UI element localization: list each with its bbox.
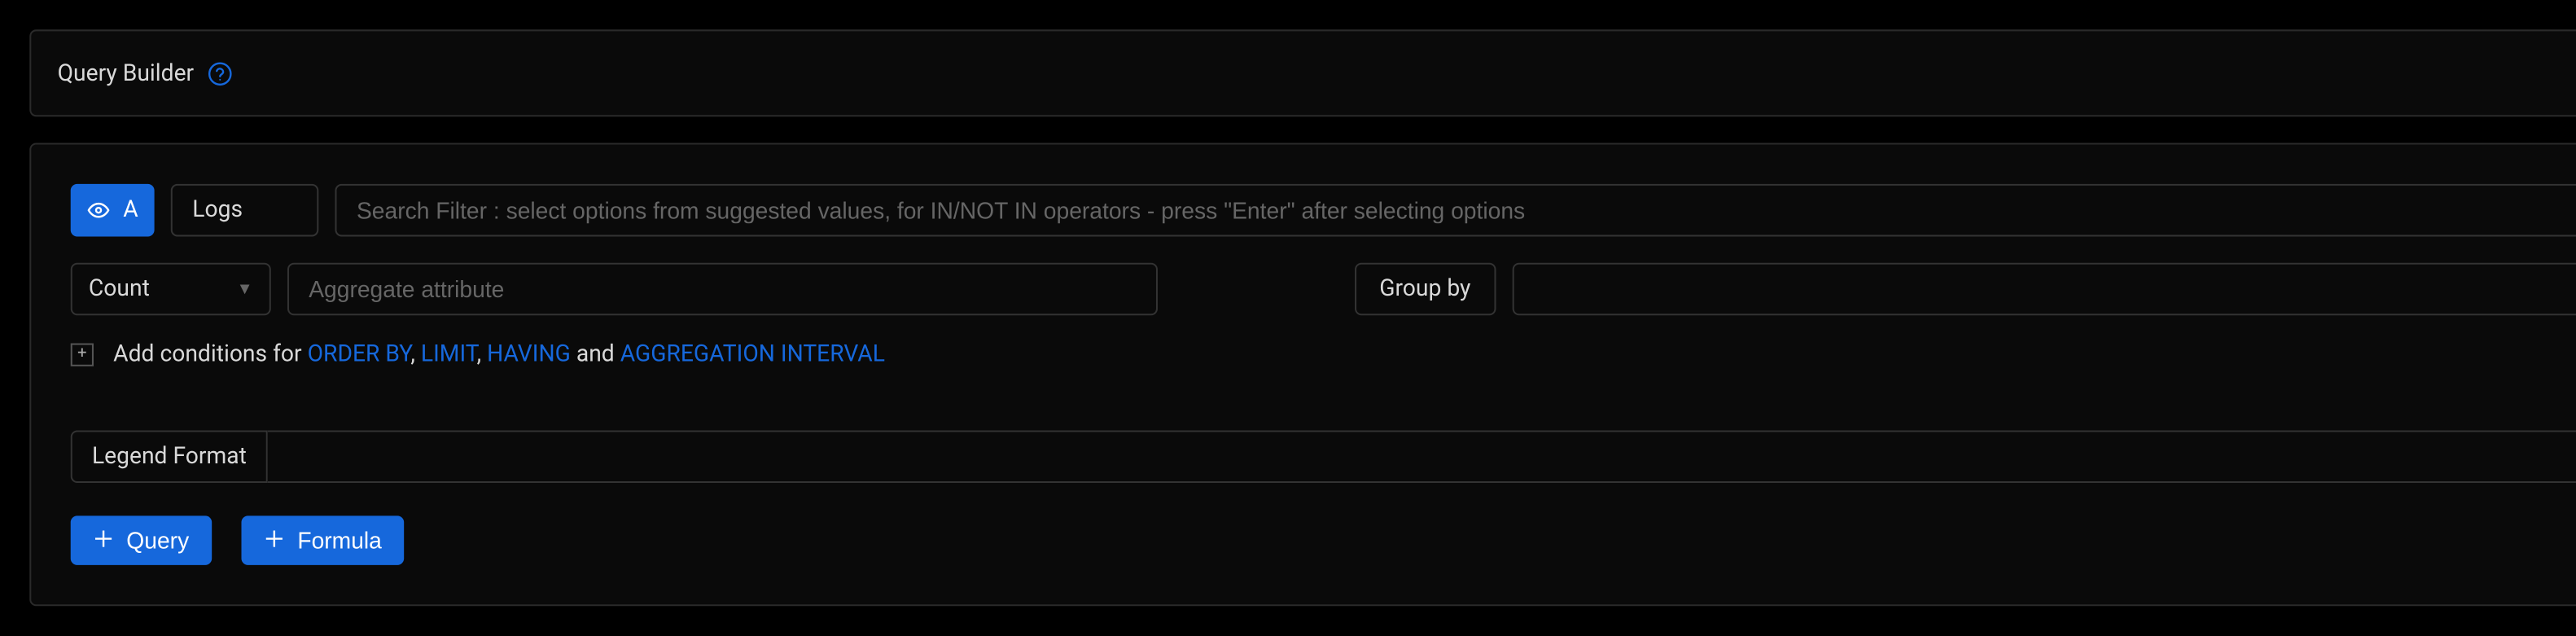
query-id-toggle[interactable]: A [71, 184, 155, 237]
source-value: Logs [192, 197, 243, 223]
help-icon[interactable] [207, 60, 233, 86]
chevron-down-icon: ▼ [237, 280, 253, 298]
legend-row: Legend Format [71, 430, 2576, 483]
legend-format-input[interactable] [268, 430, 2576, 483]
aggregation-value: Count [89, 276, 150, 302]
add-query-button[interactable]: Query [71, 515, 212, 565]
source-select[interactable]: Logs [171, 184, 319, 237]
conditions-text: Add conditions for ORDER BY, LIMIT, HAVI… [113, 342, 885, 368]
eye-icon [87, 199, 110, 222]
aggregation-row: Count ▼ Group by [71, 263, 2576, 316]
bottom-row: Query Formula Run Query [71, 515, 2576, 565]
query-id-label: A [123, 197, 138, 223]
filter-row: A Logs [71, 184, 2576, 237]
aggregation-select[interactable]: Count ▼ [71, 263, 271, 316]
aggregation-interval-link[interactable]: AGGREGATION INTERVAL [620, 342, 885, 368]
group-by-input[interactable] [1512, 263, 2576, 316]
search-filter-input[interactable] [335, 184, 2576, 237]
plus-icon [94, 527, 113, 553]
bottom-left: Query Formula [71, 515, 405, 565]
aggregate-attribute-input[interactable] [287, 263, 1158, 316]
order-by-link[interactable]: ORDER BY [308, 342, 411, 368]
add-formula-label: Formula [297, 527, 382, 553]
expand-icon[interactable]: + [71, 344, 94, 366]
header-panel: Query Builder Save view [29, 29, 2576, 116]
plus-icon [265, 527, 284, 553]
having-link[interactable]: HAVING [487, 342, 571, 368]
add-formula-button[interactable]: Formula [242, 515, 405, 565]
group-by-label: Group by [1355, 263, 1496, 316]
limit-link[interactable]: LIMIT [421, 342, 477, 368]
builder-panel: A Logs Count ▼ Group by [29, 143, 2576, 606]
page-title: Query Builder [58, 60, 195, 86]
header-left: Query Builder [58, 60, 234, 86]
conditions-row: + Add conditions for ORDER BY, LIMIT, HA… [71, 342, 2576, 368]
add-query-label: Query [126, 527, 189, 553]
legend-format-label: Legend Format [71, 430, 268, 483]
